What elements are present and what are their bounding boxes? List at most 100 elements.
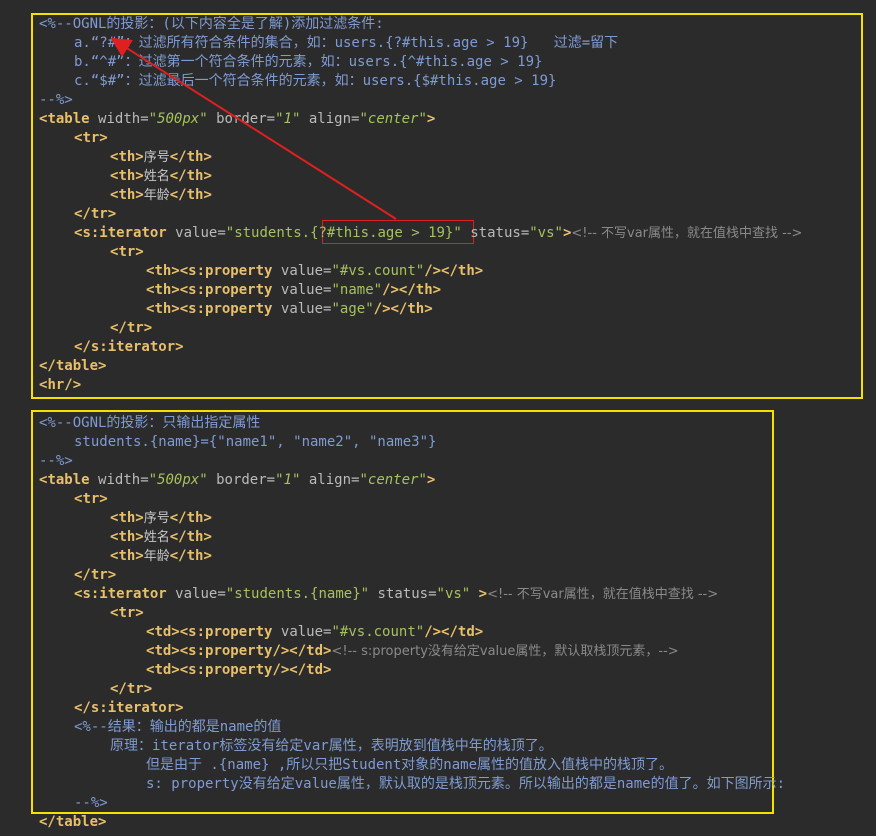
th-tag: th [118, 187, 136, 203]
tr-tag: tr [90, 567, 108, 583]
th-tag: th [186, 548, 204, 564]
property-tag: s:property [188, 301, 273, 317]
attr-name: align [308, 111, 352, 127]
result-comment: <%--结果：输出的都是name的值 [74, 719, 282, 735]
th-label: 姓名 [143, 169, 170, 184]
attr-value: "vs" [529, 225, 563, 241]
th-tag: th [154, 282, 172, 298]
code-line: <%--OGNL的投影：(以下内容全是了解)添加过滤条件: [39, 15, 384, 34]
code-line: <th>序号</th> [110, 510, 212, 526]
code-line: 原理：iterator标签没有给定var属性，表明放到值栈中年的栈顶了。 [110, 737, 553, 756]
hr-tag: hr [47, 377, 65, 393]
th-tag: th [154, 263, 172, 279]
th-tag: th [186, 187, 204, 203]
filter-item-b: b.“^#”：过滤第一个符合条件的元素，如： [74, 54, 349, 70]
property-tag: s:property [188, 662, 273, 678]
th-tag: th [118, 149, 136, 165]
attr-value: "#vs.count" [331, 263, 425, 279]
attr-value: center [367, 472, 419, 488]
comment-open: <%--OGNL的投影：只输出指定属性 [39, 415, 261, 431]
attr-name: value [175, 586, 218, 602]
attr-value: "#vs.count" [331, 624, 425, 640]
attr-value: "vs" [436, 586, 471, 602]
iterator-tag: s:iterator [82, 586, 167, 602]
code-line: --%> [39, 91, 73, 110]
th-tag: th [186, 510, 204, 526]
code-line: <tr> [110, 605, 144, 621]
th-tag: th [118, 510, 136, 526]
table-tag: table [55, 358, 99, 374]
attr-name: value [175, 225, 218, 241]
table-tag: table [47, 111, 90, 127]
th-tag: th [186, 168, 204, 184]
reason-line: s: property没有给定value属性，默认取的是栈顶元素。所以输出的都是… [146, 776, 786, 792]
iterator-tag: s:iterator [82, 225, 167, 241]
code-line: </tr> [110, 320, 153, 336]
tr-tag: tr [82, 491, 100, 507]
projection-example: students.{name}={"name1", "name2", "name… [74, 434, 437, 450]
th-tag: th [415, 282, 433, 298]
attr-name: value [280, 282, 324, 298]
code-line: <th><s:property value="name"/></th> [146, 282, 442, 298]
th-label: 序号 [143, 511, 170, 526]
code-line: s: property没有给定value属性，默认取的是栈顶元素。所以输出的都是… [146, 775, 785, 794]
code-line: </table> [39, 358, 107, 374]
property-tag: s:property [188, 282, 273, 298]
table-tag: table [47, 472, 90, 488]
property-tag: s:property [188, 263, 273, 279]
td-tag: td [154, 643, 172, 659]
code-line: <tr> [74, 130, 108, 146]
tr-tag: tr [118, 244, 136, 260]
attr-name: value [280, 301, 324, 317]
property-tag: s:property [188, 624, 273, 640]
code-line: <td><s:property/></td> [146, 662, 332, 678]
code-line: <tr> [110, 244, 144, 260]
attr-value: 1 [283, 111, 292, 127]
code-line: <th>年龄</th> [110, 548, 212, 564]
code-line: <%--结果：输出的都是name的值 [74, 718, 281, 737]
attr-name: value [280, 263, 324, 279]
attr-value: center [367, 111, 419, 127]
code-line: </table> [39, 814, 107, 830]
td-tag: td [306, 662, 324, 678]
code-line: <table width="500px" border="1" align="c… [39, 472, 436, 488]
code-line: b.“^#”：过滤第一个符合条件的元素，如：users.{^#this.age … [74, 53, 542, 72]
iterator-tag: s:iterator [90, 700, 176, 716]
attr-value: " [453, 225, 462, 241]
reason-line: 原理：iterator标签没有给定var属性，表明放到值栈中年的栈顶了。 [110, 738, 553, 754]
th-tag: th [457, 263, 475, 279]
filter-item-a: a.“?#”：过滤所有符合条件的集合，如： [74, 35, 335, 51]
attr-name: status [470, 225, 521, 241]
code-line: <s:iterator value="students.{?#this.age … [74, 225, 803, 241]
tr-tag: tr [90, 206, 108, 222]
code-line: <tr> [74, 491, 108, 507]
tr-tag: tr [126, 320, 144, 336]
attr-value: 500px [157, 472, 200, 488]
code-line: a.“?#”：过滤所有符合条件的集合，如：users.{?#this.age >… [74, 34, 618, 53]
attr-value: "students.{name}" [225, 586, 370, 602]
code-line: <%--OGNL的投影：只输出指定属性 [39, 414, 260, 433]
code-line: --%> [74, 794, 108, 813]
iterator-tag: s:iterator [90, 339, 176, 355]
comment-open: <%--OGNL的投影：(以下内容全是了解)添加过滤条件: [39, 16, 384, 32]
th-tag: th [118, 529, 136, 545]
attr-name: width [98, 472, 141, 488]
code-line: </tr> [74, 567, 117, 583]
attr-value: 1 [283, 472, 292, 488]
code-line: <th>序号</th> [110, 149, 212, 165]
code-line: <hr/> [39, 377, 82, 393]
code-line: </tr> [110, 681, 153, 697]
code-line: <th>姓名</th> [110, 529, 212, 545]
attr-name: value [280, 624, 324, 640]
code-line: 但是由于 .{name} ,所以只把Student对象的name属性的值放入值栈… [146, 756, 673, 775]
filter-item-c-code: users.{$#this.age > 19} [362, 73, 557, 89]
filter-note: 过滤=留下 [553, 35, 619, 51]
filter-item-c: c.“$#”：过滤最后一个符合条件的元素，如： [74, 73, 363, 89]
attr-value: "name" [331, 282, 383, 298]
th-tag: th [154, 301, 172, 317]
code-line: <th><s:property value="#vs.count"/></th> [146, 263, 484, 279]
attr-value: 500px [157, 111, 200, 127]
attr-name: border [216, 472, 267, 488]
td-tag: td [457, 624, 475, 640]
code-line: --%> [39, 452, 73, 471]
